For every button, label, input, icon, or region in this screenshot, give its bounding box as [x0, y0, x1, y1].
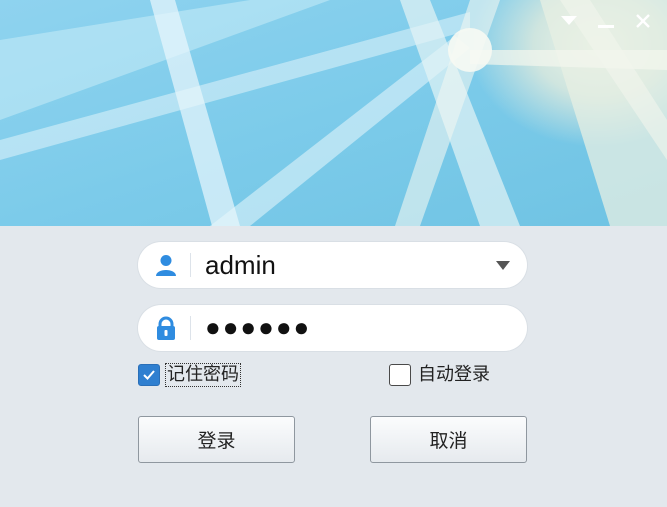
- remember-password-option[interactable]: 记住密码: [138, 363, 241, 387]
- login-button[interactable]: 登录: [138, 416, 295, 463]
- remember-password-checkbox[interactable]: [138, 364, 160, 386]
- password-value[interactable]: ●●●●●●: [205, 313, 311, 341]
- user-icon: [154, 253, 178, 277]
- minimize-icon[interactable]: [593, 8, 619, 34]
- checkmark-icon: [143, 370, 155, 380]
- cancel-button[interactable]: 取消: [370, 416, 527, 463]
- username-value[interactable]: admin: [205, 251, 276, 279]
- username-field[interactable]: admin: [138, 242, 527, 288]
- username-dropdown-arrow-icon[interactable]: [496, 261, 510, 270]
- auto-login-checkbox[interactable]: [389, 364, 411, 386]
- remember-password-label[interactable]: 记住密码: [165, 363, 241, 387]
- lock-icon: [154, 316, 178, 340]
- menu-arrow-icon[interactable]: [556, 8, 582, 34]
- login-form: admin ●●●●●● 记住密码 自动登录 登录 取消: [0, 226, 667, 507]
- close-icon[interactable]: [630, 8, 656, 34]
- field-separator: [190, 253, 191, 277]
- auto-login-option[interactable]: 自动登录: [389, 364, 491, 386]
- auto-login-label[interactable]: 自动登录: [417, 364, 491, 386]
- password-field[interactable]: ●●●●●●: [138, 305, 527, 351]
- field-separator: [190, 316, 191, 340]
- header-banner: [0, 0, 667, 226]
